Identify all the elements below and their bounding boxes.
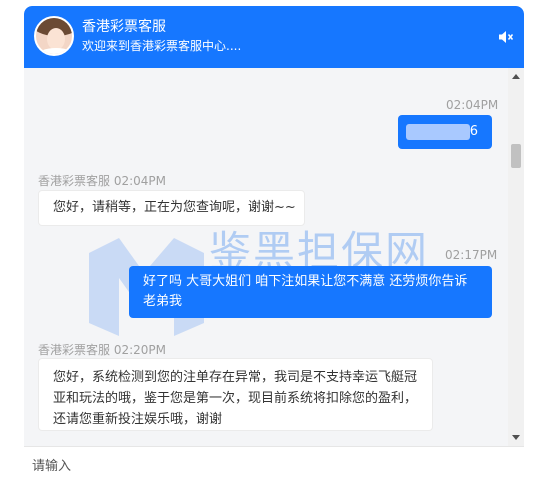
- message-scrollbar[interactable]: [508, 68, 524, 446]
- message-text: 好了吗 大哥大姐们 咱下注如果让您不满意 还劳烦你告诉老弟我: [143, 274, 468, 309]
- message-sender-time: 香港彩票客服 02:20PM: [38, 341, 166, 358]
- message-time: 02:17PM: [445, 248, 498, 262]
- chat-window: 香港彩票客服 欢迎来到香港彩票客服中心.... 鉴黑担保网 www.jhdb8.…: [24, 6, 524, 483]
- message-sender: 香港彩票客服: [38, 343, 111, 357]
- message-time: 02:04PM: [113, 174, 167, 188]
- scroll-up-icon[interactable]: [512, 74, 520, 79]
- scroll-thumb[interactable]: [511, 144, 521, 168]
- message-bubble-incoming: 您好，系统检测到您的注单存在异常，我司是不支持幸运飞艇冠亚和玩法的哦，鉴于您是第…: [38, 358, 433, 431]
- message-bubble-incoming: 您好，请稍等，正在为您查询呢，谢谢~~: [38, 190, 305, 226]
- message-time: 02:20PM: [113, 343, 167, 357]
- redacted-text: [405, 123, 470, 140]
- input-bar: [24, 446, 524, 483]
- message-sender: 香港彩票客服: [38, 174, 111, 188]
- scroll-down-icon[interactable]: [512, 435, 520, 440]
- message-time: 02:04PM: [446, 98, 499, 112]
- message-bubble-outgoing: 好了吗 大哥大姐们 咱下注如果让您不满意 还劳烦你告诉老弟我: [129, 266, 492, 318]
- message-bubble-outgoing: 6: [398, 115, 492, 149]
- welcome-text: 欢迎来到香港彩票客服中心....: [82, 39, 242, 53]
- message-text: 您好，请稍等，正在为您查询呢，谢谢~~: [53, 200, 296, 215]
- agent-avatar: [34, 16, 74, 56]
- speaker-mute-icon[interactable]: [498, 30, 514, 44]
- message-text: 6: [469, 124, 478, 139]
- agent-name: 香港彩票客服: [82, 19, 166, 35]
- message-sender-time: 香港彩票客服 02:04PM: [38, 172, 166, 189]
- message-text: 您好，系统检测到您的注单存在异常，我司是不支持幸运飞艇冠亚和玩法的哦，鉴于您是第…: [53, 370, 418, 427]
- message-input[interactable]: [32, 455, 512, 477]
- message-pane[interactable]: 鉴黑担保网 www.jhdb8.com 02:04PM 6 香港彩票客服 02:…: [24, 68, 524, 446]
- chat-header: 香港彩票客服 欢迎来到香港彩票客服中心....: [24, 6, 524, 68]
